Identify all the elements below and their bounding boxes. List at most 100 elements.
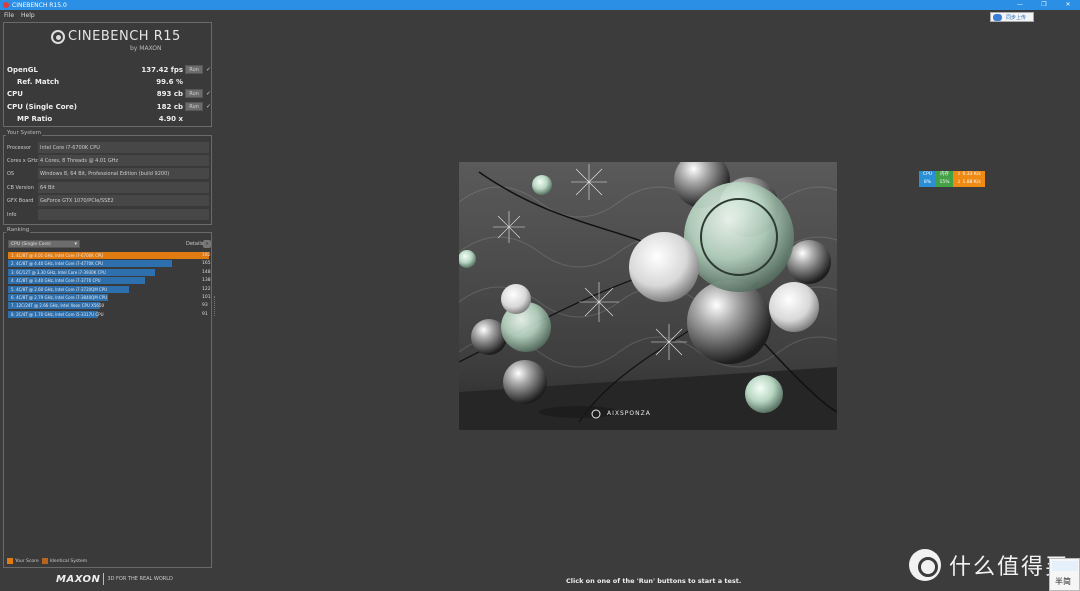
download-rate: ⇩ 1.88 K/s [953,179,985,187]
system-row-info: Info [6,209,209,220]
system-value: 64 Bit [38,182,209,193]
ranking-select[interactable]: CPU (Single Core) ▾ [8,240,80,248]
ranking-row-score: 165 [202,261,211,267]
render-image [459,162,837,430]
ranking-row[interactable]: 1. 4C/8T @ 4.01 GHz, Intel Core i7-6700K… [8,252,211,259]
render-viewport: AIXSPONZA [459,162,837,430]
cloud-sync-label: 同步上传 [1006,14,1027,21]
system-panel-title: Your System [6,130,42,136]
system-panel: Your System Processor Intel Core i7-6700… [3,130,212,225]
checkmark-icon: ✓ [206,103,212,110]
system-key: OS [7,171,15,177]
score-value: 182 cb [156,103,183,111]
ranking-row-score: 182 [202,253,211,258]
ranking-row[interactable]: 8. 2C/4T @ 1.70 GHz, Intel Core i5-3317U… [8,310,209,318]
system-value: 4 Cores, 8 Threads @ 4.01 GHz [38,155,209,166]
cloud-icon [993,13,1002,21]
render-credit-label: AIXSPONZA [607,410,651,417]
score-row-ref-match: Ref. Match 99.6 % [4,76,213,88]
watermark-logo-icon [909,549,941,581]
ranking-row[interactable]: 5. 4C/8T @ 2.60 GHz, Intel Core i7-3720Q… [8,285,211,293]
download-rate-value: 1.88 K/s [962,180,981,185]
legend-swatch-identical [41,558,48,564]
menu-bar: File Help [0,10,1080,20]
run-cpu-button[interactable]: Run [185,89,203,98]
upload-rate: ⇧ 0.33 K/s [953,171,985,179]
resource-monitor-widget[interactable]: CPU 内存 ⇧ 0.33 K/s 8% 15% ⇩ 1.88 K/s [919,171,985,187]
system-row-gfx: GFX Board GeForce GTX 1070/PCIe/SSE2 [6,195,209,206]
close-button[interactable]: ✕ [1056,0,1080,10]
maxon-footer-logo: MAXON 3D FOR THE REAL WORLD [56,573,173,585]
watermark: 什么值得买 [909,549,1069,581]
score-row-opengl: OpenGL 137.42 fps Run ✓ [4,64,213,76]
ranking-row-label: 3. 6C/12T @ 3.30 GHz, Intel Core i7-3930… [11,269,106,275]
system-row-cores: Cores x GHz 4 Cores, 8 Threads @ 4.01 GH… [6,155,209,166]
status-message: Click on one of the 'Run' buttons to sta… [566,577,742,585]
cinebench-logo: CINEBENCH R15 [51,29,181,44]
ime-indicator[interactable]: 半简 [1049,558,1080,591]
logo-sub: by MAXON [130,45,162,52]
system-info-field[interactable] [38,209,209,220]
legend-yours-label: Your Score [15,558,39,564]
score-row-mp-ratio: MP Ratio 4.90 x [4,113,213,125]
score-label: MP Ratio [17,115,53,123]
score-label: OpenGL [7,66,38,74]
logo-name: CINEBENCH R15 [68,29,181,44]
window-title: CINEBENCH R15.0 [12,1,67,9]
score-label: CPU (Single Core) [7,103,77,111]
title-bar: CINEBENCH R15.0 — ❐ ✕ [0,0,1080,10]
ranking-row-label: 4. 4C/8T @ 3.40 GHz, Intel Core i7-3770 … [11,278,101,284]
cloud-sync-button[interactable]: 同步上传 [990,12,1034,22]
maxon-tagline: 3D FOR THE REAL WORLD [107,576,173,582]
ranking-row[interactable]: 3. 6C/12T @ 3.30 GHz, Intel Core i7-3930… [8,268,211,276]
score-row-cpu-single: CPU (Single Core) 182 cb Run ✓ [4,101,213,113]
checkmark-icon: ✓ [206,90,212,97]
score-label: CPU [7,90,23,98]
system-key: Processor [7,145,32,151]
system-key: GFX Board [7,198,34,204]
ranking-row[interactable]: 6. 4C/8T @ 2.79 GHz, Intel Core i7-3840Q… [8,294,211,301]
system-key: Info [7,212,17,218]
ranking-row-score: 93 [202,303,208,309]
menu-help[interactable]: Help [21,12,35,19]
ime-mode-label: 半简 [1055,577,1071,586]
window-controls: — ❐ ✕ [1008,0,1080,10]
menu-file[interactable]: File [4,12,14,19]
system-row-processor: Processor Intel Core i7-6700K CPU [6,142,209,153]
app-icon [3,2,9,8]
score-row-cpu: CPU 893 cb Run ✓ [4,88,213,100]
system-row-os: OS Windows 8, 64 Bit, Professional Editi… [6,168,209,179]
legend-swatch-yours [7,558,13,564]
score-label: Ref. Match [17,78,60,86]
run-cpu-single-button[interactable]: Run [185,102,203,111]
ranking-row-label: 5. 4C/8T @ 2.60 GHz, Intel Core i7-3720Q… [11,286,108,292]
ranking-row[interactable]: 2. 4C/8T @ 4.40 GHz, Intel Core i7-4770K… [8,260,211,268]
memory-value: 15% [936,179,953,187]
chevron-down-icon: ▾ [74,241,77,247]
ranking-select-value: CPU (Single Core) [11,242,51,247]
score-value: 99.6 % [156,78,183,86]
ranking-row-label: 7. 12C/24T @ 2.66 GHz, Intel Xeon CPU X5… [11,303,105,309]
ranking-row-score: 91 [202,311,208,317]
minimize-button[interactable]: — [1008,0,1032,10]
details-toggle-button[interactable]: » [203,240,211,248]
ranking-row-score: 101 [202,295,211,300]
ranking-panel-title: Ranking [6,227,31,233]
ranking-row[interactable]: 4. 4C/8T @ 3.40 GHz, Intel Core i7-3770 … [8,277,211,285]
run-opengl-button[interactable]: Run [185,65,203,74]
ranking-row-label: 1. 4C/8T @ 4.01 GHz, Intel Core i7-6700K… [11,253,104,258]
ime-status-bar [1052,561,1078,571]
details-label[interactable]: Details [186,241,203,247]
system-row-cb-version: CB Version 64 Bit [6,182,209,193]
footer-divider [103,573,105,585]
ranking-panel: Ranking CPU (Single Core) ▾ Details » 1.… [3,227,212,568]
cpu-label: CPU [919,171,936,179]
system-value: GeForce GTX 1070/PCIe/SSE2 [38,195,209,206]
ranking-row-label: 8. 2C/4T @ 1.70 GHz, Intel Core i5-3317U… [11,311,104,317]
cinebench-logo-icon [51,29,65,44]
score-value: 893 cb [156,90,183,98]
memory-label: 内存 [936,171,953,179]
maximize-button[interactable]: ❐ [1032,0,1056,10]
panel-splitter-handle[interactable] [214,296,216,316]
ranking-row[interactable]: 7. 12C/24T @ 2.66 GHz, Intel Xeon CPU X5… [8,302,209,310]
